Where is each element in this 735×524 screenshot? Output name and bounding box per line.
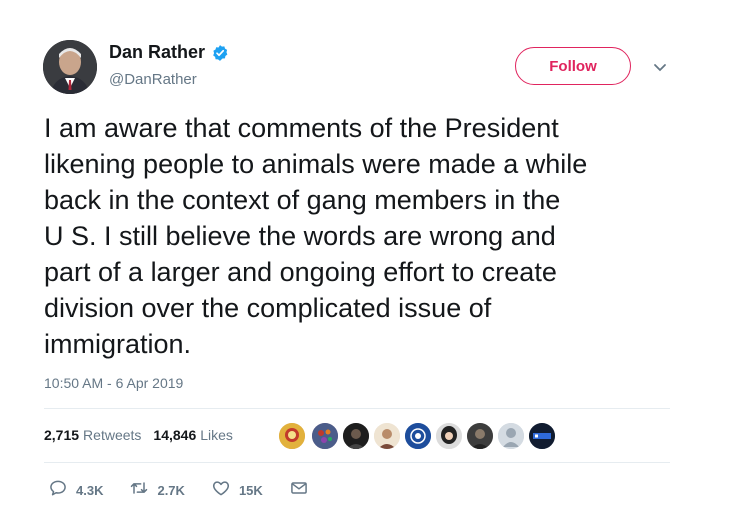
liker-avatar[interactable] <box>403 421 433 451</box>
tweet-line: immigration. <box>44 329 192 359</box>
likes-stat[interactable]: 14,846 Likes <box>153 427 233 443</box>
tweet-text: I am aware that comments of the Presiden… <box>44 110 694 362</box>
tweet-line: I am aware that comments of the Presiden… <box>44 113 559 143</box>
tweet-line: U S. I still believe the words are wrong… <box>44 221 556 251</box>
liker-avatar[interactable] <box>465 421 495 451</box>
chevron-down-icon[interactable] <box>653 60 667 72</box>
tweet-line: likening people to animals were made a w… <box>44 149 588 179</box>
tweet-line: part of a larger and ongoing effort to c… <box>44 257 557 287</box>
likes-count: 14,846 <box>153 427 197 443</box>
reply-icon <box>48 478 68 503</box>
engagement-stats: 2,715 Retweets 14,846 Likes <box>44 427 245 443</box>
liker-avatar[interactable] <box>277 421 307 451</box>
message-icon <box>289 478 309 503</box>
liker-avatar[interactable] <box>496 421 526 451</box>
follow-button[interactable]: Follow <box>515 47 631 85</box>
retweets-stat[interactable]: 2,715 Retweets <box>44 427 141 443</box>
tweet-card: Dan Rather @DanRather Follow I am aware … <box>0 0 735 524</box>
name-row: Dan Rather <box>109 42 229 63</box>
reply-count: 4.3K <box>76 483 104 498</box>
like-count: 15K <box>238 483 263 498</box>
retweet-icon <box>129 478 149 503</box>
liker-avatar[interactable] <box>341 421 371 451</box>
tweet-line: division over the complicated issue of <box>44 293 492 323</box>
display-name[interactable]: Dan Rather <box>109 42 205 63</box>
like-button[interactable]: 15K <box>211 478 263 503</box>
retweets-count: 2,715 <box>44 427 80 443</box>
retweet-count: 2.7K <box>157 483 185 498</box>
tweet-line: back in the context of gang members in t… <box>44 185 561 215</box>
divider <box>44 462 670 463</box>
reply-button[interactable]: 4.3K <box>48 478 103 503</box>
user-handle[interactable]: @DanRather <box>109 71 197 88</box>
liker-avatar[interactable] <box>310 421 340 451</box>
retweet-button[interactable]: 2.7K <box>129 478 185 503</box>
liker-avatar[interactable] <box>434 421 464 451</box>
avatar[interactable] <box>43 40 97 94</box>
likes-label: Likes <box>200 427 233 443</box>
retweets-label: Retweets <box>83 427 142 443</box>
direct-message-button[interactable] <box>289 478 309 503</box>
liker-avatar[interactable] <box>527 421 557 451</box>
tweet-actions: 4.3K 2.7K 15K <box>48 478 335 503</box>
like-icon <box>211 478 231 503</box>
liker-avatar[interactable] <box>372 421 402 451</box>
tweet-timestamp[interactable]: 10:50 AM - 6 Apr 2019 <box>44 375 183 391</box>
divider <box>44 408 670 409</box>
verified-badge-icon <box>211 44 229 62</box>
